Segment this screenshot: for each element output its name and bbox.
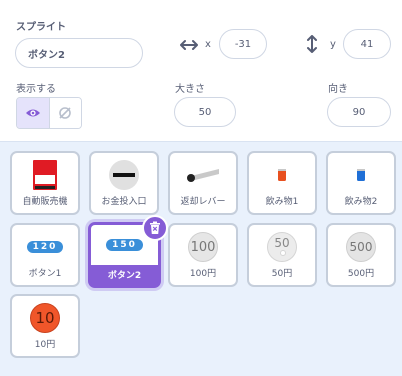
- sprite-name-field[interactable]: ボタン2: [15, 38, 143, 68]
- eye-icon: [25, 109, 40, 117]
- size-input[interactable]: 50: [174, 97, 236, 127]
- y-label: y: [330, 39, 336, 50]
- sprite-tile-name: 飲み物2: [344, 197, 378, 207]
- sprite-tile-name: ボタン2: [107, 271, 142, 281]
- x-label: x: [205, 39, 211, 50]
- size-label: 大きさ: [175, 84, 205, 95]
- eye-hidden-icon: [59, 107, 72, 119]
- price-button-icon: 120: [12, 229, 78, 265]
- sprite-label: スプライト: [16, 22, 66, 33]
- show-label: 表示する: [16, 84, 56, 95]
- sprite-info-panel: スプライト ボタン2 x -31 y 41 表示する 大きさ 50 向き 90: [0, 0, 402, 142]
- sprite-tile-500yen[interactable]: 500 500円: [326, 223, 396, 287]
- sprite-tile-name: 返却レバー: [180, 197, 226, 207]
- sprite-tile-vending-machine[interactable]: 自動販売機: [10, 151, 80, 215]
- coin-500-icon: 500: [346, 232, 376, 262]
- sprite-tile-name: 10円: [34, 340, 56, 350]
- drink-can-red-icon: [249, 157, 315, 193]
- sprite-tile-10yen[interactable]: 10 10円: [10, 294, 80, 358]
- sprite-tile-return-lever[interactable]: 返却レバー: [168, 151, 238, 215]
- sprite-tile-drink2[interactable]: 飲み物2: [326, 151, 396, 215]
- trash-icon: [150, 221, 160, 234]
- sprite-tile-button2-selected[interactable]: 150 ボタン2: [88, 215, 168, 288]
- y-input[interactable]: 41: [343, 29, 391, 59]
- coin-hole: [280, 250, 286, 256]
- sprite-tile-name: 50円: [271, 269, 293, 279]
- sprite-tile-name: 500円: [347, 269, 375, 279]
- y-arrows-icon: [307, 35, 317, 53]
- sprite-tile-name: 100円: [189, 269, 217, 279]
- return-lever-icon: [170, 157, 236, 193]
- coin-50-label: 50: [274, 236, 290, 250]
- coin-10-icon: 10: [30, 303, 60, 333]
- vending-machine-icon: [12, 157, 78, 193]
- sprite-tile-name: 飲み物1: [265, 197, 299, 207]
- price-badge: 150: [106, 239, 143, 251]
- price-badge: 120: [26, 241, 64, 253]
- coin-50-icon: 50: [267, 232, 297, 262]
- sprite-tile-name: ボタン1: [28, 269, 62, 279]
- sprite-tile-drink1[interactable]: 飲み物1: [247, 151, 317, 215]
- coin-100-icon: 100: [188, 232, 218, 262]
- sprite-tile-50yen[interactable]: 50 50円: [247, 223, 317, 287]
- drink-can-blue-icon: [328, 157, 394, 193]
- sprite-tile-100yen[interactable]: 100 100円: [168, 223, 238, 287]
- show-button[interactable]: [17, 98, 50, 128]
- visibility-toggle: [16, 97, 82, 129]
- delete-sprite-button[interactable]: [142, 215, 168, 241]
- x-arrows-icon: [180, 40, 198, 50]
- direction-input[interactable]: 90: [327, 97, 391, 127]
- sprite-tile-button1[interactable]: 120 ボタン1: [10, 223, 80, 287]
- coin-slot-icon: [91, 157, 157, 193]
- direction-label: 向き: [328, 84, 348, 95]
- sprite-tile-coin-slot[interactable]: お金投入口: [89, 151, 159, 215]
- hide-button[interactable]: [49, 98, 81, 128]
- x-input[interactable]: -31: [219, 29, 267, 59]
- sprite-tile-name: お金投入口: [101, 197, 147, 207]
- sprite-tile-name: 自動販売機: [22, 197, 68, 207]
